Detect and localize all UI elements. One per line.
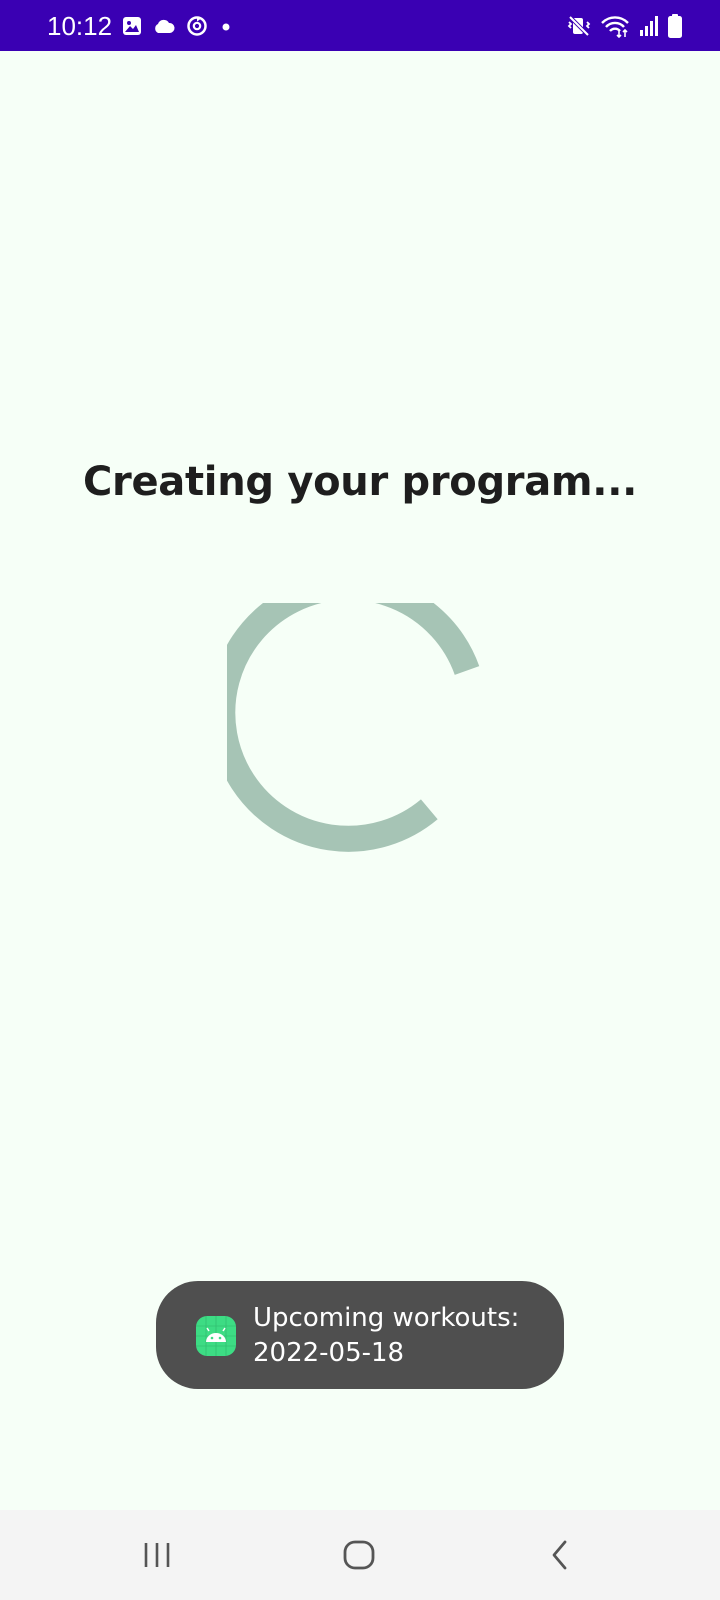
battery-icon (668, 14, 682, 38)
toast-message: Upcoming workouts: 2022-05-18 (156, 1281, 564, 1389)
vibrate-mute-icon (567, 15, 591, 37)
loading-spinner-icon (227, 603, 480, 852)
status-bar: 10:12 (0, 0, 720, 51)
navigation-bar (0, 1510, 720, 1600)
status-time: 10:12 (47, 11, 113, 41)
gallery-icon (123, 17, 141, 35)
home-button[interactable] (329, 1530, 389, 1580)
status-right-icons (567, 13, 682, 39)
back-icon (552, 1540, 567, 1570)
android-app-icon (196, 1316, 236, 1356)
page-title: Creating your program... (82, 459, 637, 505)
signal-icon (640, 16, 658, 36)
status-left-icons (122, 13, 234, 39)
dot-icon (222, 23, 230, 31)
recents-icon (144, 1543, 170, 1567)
wifi-icon (601, 16, 629, 38)
cloud-icon (155, 19, 175, 33)
toast-text: Upcoming workouts: 2022-05-18 (253, 1301, 553, 1371)
toast-line-2: 2022-05-18 (253, 1338, 405, 1368)
toast-line-1: Upcoming workouts: (253, 1303, 520, 1333)
home-icon (343, 1540, 375, 1570)
back-button[interactable] (530, 1530, 590, 1580)
sync-icon (187, 16, 207, 36)
recents-button[interactable] (127, 1530, 187, 1580)
